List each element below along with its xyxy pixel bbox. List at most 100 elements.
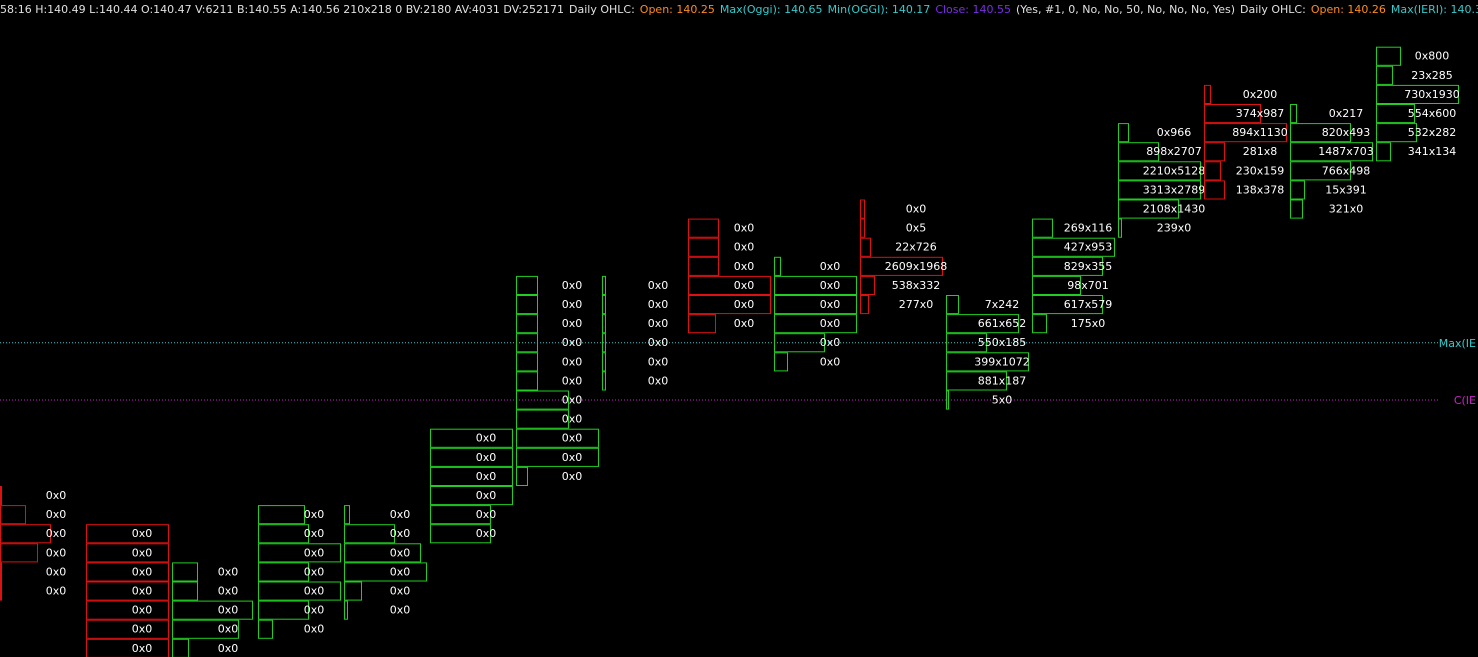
- bid-ask-label: 532x282: [1408, 126, 1457, 139]
- volume-bar: [860, 237, 871, 257]
- volume-bar: [430, 428, 513, 448]
- bid-ask-label: 0x0: [218, 585, 239, 598]
- volume-bar: [172, 600, 253, 620]
- volume-bar: [602, 352, 606, 372]
- bid-ask-label: 0x0: [132, 623, 153, 636]
- footprint-bar[interactable]: 0x0 0x0 0x0 0x0 0x0 0x0 0x0 0x0 0x0 0x0 0x0: [516, 275, 599, 486]
- bid-ask-label: 0x0: [390, 546, 411, 559]
- bid-ask-label: 0x0: [562, 432, 583, 445]
- bid-ask-label: 0x0: [390, 508, 411, 521]
- bid-ask-label: 0x0: [562, 394, 583, 407]
- footprint-bar[interactable]: 0x0 0x0 0x0 0x0 0x0 0x0: [430, 428, 513, 544]
- bid-ask-label: 0x0: [390, 527, 411, 540]
- bid-ask-label: 0x0: [562, 470, 583, 483]
- volume-bar: [0, 505, 26, 525]
- bid-ask-label: 0x800: [1415, 50, 1450, 63]
- bid-ask-label: 0x0: [562, 355, 583, 368]
- bid-ask-label: 0x0: [734, 279, 755, 292]
- footprint-bar[interactable]: 7x242 661x652 550x185 399x1072 881x187 5x0: [946, 295, 1030, 410]
- bid-ask-label: 820x493: [1322, 126, 1371, 139]
- bid-ask-label: 0x0: [820, 336, 841, 349]
- bid-ask-label: 0x0: [46, 527, 67, 540]
- volume-bar: [86, 524, 169, 544]
- volume-bar: [430, 447, 513, 467]
- bid-ask-label: 0x0: [734, 260, 755, 273]
- bid-ask-label: 0x0: [648, 298, 669, 311]
- bid-ask-label: 0x0: [734, 241, 755, 254]
- volume-bar: [86, 581, 169, 601]
- volume-bar: [344, 524, 395, 544]
- bid-ask-label: 0x0: [906, 203, 927, 216]
- bid-ask-label: 0x0: [390, 585, 411, 598]
- footprint-bar[interactable]: 0x200 374x987 894x1130 281x8 230x159 138x378: [1204, 84, 1288, 200]
- bid-ask-label: 0x0: [562, 374, 583, 387]
- footprint-chart[interactable]: Max(IEC(IE 0x00x00x00x00x00x00x00x00x00x…: [0, 0, 1478, 657]
- bid-ask-label: 0x200: [1243, 88, 1278, 101]
- volume-bar: [1118, 123, 1129, 143]
- bid-ask-label: 0x0: [476, 508, 497, 521]
- volume-bar: [344, 581, 362, 601]
- bid-ask-label: 15x391: [1325, 183, 1367, 196]
- bid-ask-label: 98x701: [1067, 279, 1109, 292]
- footprint-bar[interactable]: 269x116 427x953 829x355 98x701 617x579 175x0: [1032, 218, 1115, 334]
- footprint-bar[interactable]: 0x0 0x0 0x0 0x0 0x0 0x0: [344, 505, 427, 620]
- bid-ask-label: 5x0: [992, 394, 1013, 407]
- bid-ask-label: 269x116: [1064, 222, 1113, 235]
- volume-bar: [86, 619, 169, 639]
- bid-ask-label: 0x0: [562, 317, 583, 330]
- bid-ask-label: 22x726: [895, 241, 937, 254]
- volume-bar: [0, 562, 2, 582]
- footprint-bar[interactable]: 0x0 0x5 22x726 2609x1968 538x332 277x0: [860, 199, 948, 315]
- volume-bar: [774, 352, 788, 372]
- volume-bar: [946, 390, 949, 410]
- bid-ask-label: 0x0: [304, 585, 325, 598]
- footprint-bar[interactable]: 0x0 0x0 0x0 0x0 0x0 0x0: [688, 218, 771, 334]
- bid-ask-label: 0x0: [132, 546, 153, 559]
- footprint-bar[interactable]: 0x0 0x0 0x0 0x0 0x0 0x0: [0, 486, 67, 601]
- bid-ask-label: 766x498: [1322, 164, 1371, 177]
- bid-ask-label: 661x652: [978, 317, 1027, 330]
- footprint-bar[interactable]: 0x800 23x285 730x1930 554x600 532x282 341x134: [1376, 46, 1460, 162]
- bid-ask-label: 0x0: [648, 317, 669, 330]
- bid-ask-label: 0x0: [820, 298, 841, 311]
- volume-bar: [0, 486, 2, 506]
- footprint-bar[interactable]: 0x0 0x0 0x0 0x0 0x0 0x0: [602, 275, 669, 391]
- bid-ask-label: 0x0: [46, 565, 67, 578]
- reference-line-label: C(IE: [1454, 394, 1476, 407]
- volume-bar: [774, 275, 857, 295]
- bid-ask-label: 0x0: [820, 260, 841, 273]
- volume-bar: [516, 295, 538, 315]
- footprint-bar[interactable]: 0x0 0x0 0x0 0x0 0x0 0x0 0x0: [86, 524, 169, 657]
- bid-ask-label: 277x0: [899, 298, 934, 311]
- volume-bar: [258, 505, 305, 525]
- bid-ask-label: 3313x2789: [1143, 183, 1206, 196]
- bid-ask-label: 0x0: [562, 413, 583, 426]
- footprint-bar[interactable]: 0x966 898x2707 2210x5128 3313x2789 2108x1430…: [1118, 123, 1206, 238]
- volume-bar: [1376, 46, 1401, 66]
- bid-ask-label: 0x0: [304, 508, 325, 521]
- bid-ask-label: 230x159: [1236, 164, 1285, 177]
- footprint-bar[interactable]: 0x0 0x0 0x0 0x0 0x0 0x0 0x0: [258, 505, 341, 639]
- bid-ask-label: 0x0: [132, 585, 153, 598]
- footprint-bar[interactable]: 0x217 820x493 1487x703 766x498 15x391 321x0: [1290, 104, 1374, 219]
- bid-ask-label: 0x0: [820, 317, 841, 330]
- bid-ask-label: 0x0: [218, 604, 239, 617]
- volume-bar: [86, 638, 169, 657]
- volume-bar: [688, 295, 771, 315]
- bid-ask-label: 2210x5128: [1143, 164, 1206, 177]
- footprint-bar[interactable]: 0x0 0x0 0x0 0x0 0x0 0x0: [774, 256, 857, 372]
- bid-ask-label: 0x217: [1329, 107, 1364, 120]
- bid-ask-label: 0x0: [218, 565, 239, 578]
- bid-ask-label: 550x185: [978, 336, 1027, 349]
- volume-bar: [258, 619, 273, 639]
- volume-bar: [258, 543, 341, 563]
- bid-ask-label: 0x0: [476, 470, 497, 483]
- bid-ask-label: 0x0: [648, 355, 669, 368]
- volume-bar: [344, 562, 427, 582]
- volume-bar: [1290, 104, 1297, 124]
- footprint-bar[interactable]: 0x0 0x0 0x0 0x0 0x0: [172, 562, 253, 657]
- volume-bar: [774, 295, 857, 315]
- volume-bar: [602, 371, 606, 391]
- volume-bar: [602, 275, 606, 295]
- bid-ask-label: 0x0: [304, 527, 325, 540]
